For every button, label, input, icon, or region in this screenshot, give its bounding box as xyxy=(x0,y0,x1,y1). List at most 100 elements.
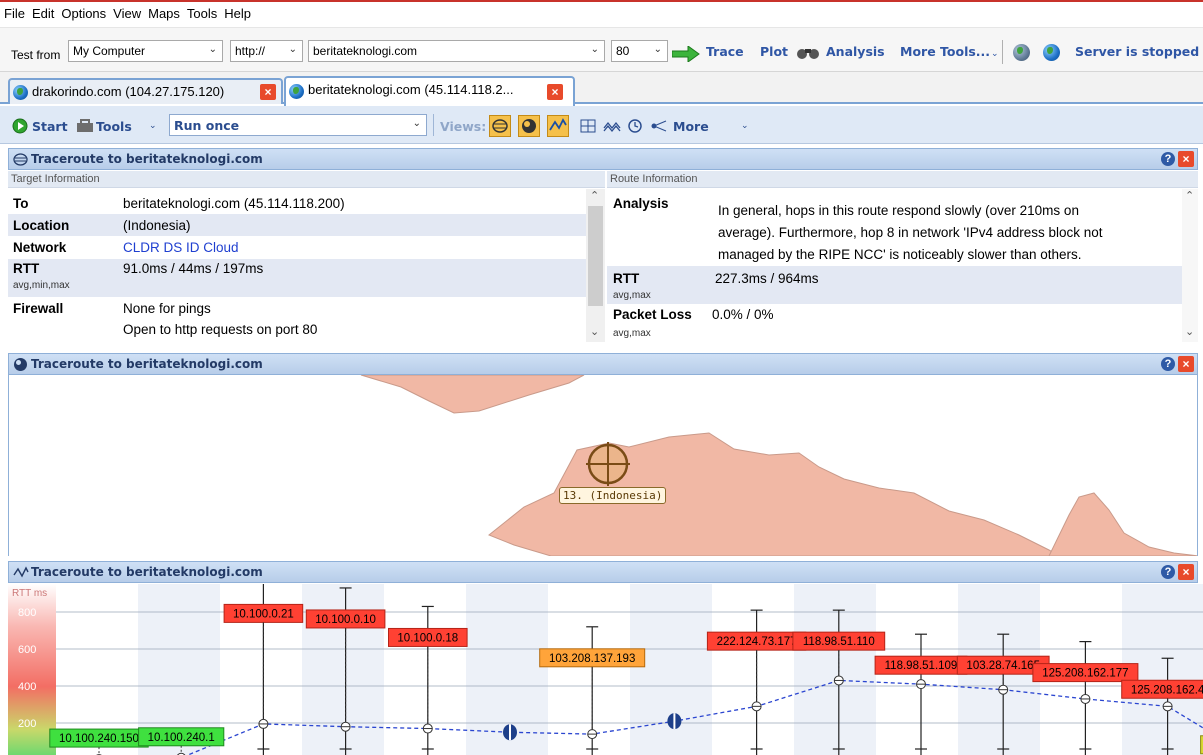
route-map[interactable]: 13. (Indonesia) xyxy=(8,375,1198,556)
target-scrollbar[interactable]: ⌃ ⌄ xyxy=(586,189,605,342)
tab-label: drakorindo.com (104.27.175.120) xyxy=(32,84,225,99)
y-tick-label: 600 xyxy=(18,644,36,656)
help-icon[interactable]: ? xyxy=(1161,152,1175,166)
hop-label-text: 10.100.0.18 xyxy=(397,632,458,644)
hop-label-text: 10.100.240.1 xyxy=(148,732,215,744)
chart-column-band xyxy=(630,584,712,755)
hop-label-text: 125.208.162.177 xyxy=(1042,668,1128,680)
analysis-text-1: In general, hops in this route respond s… xyxy=(718,203,1079,218)
map-landmass xyxy=(360,375,1197,556)
chevron-down-icon: ⌄ xyxy=(991,48,999,58)
chevron-down-icon: ⌄ xyxy=(288,44,297,55)
hop-label-text: 222.124.73.177 xyxy=(717,636,797,648)
chevron-down-icon: ⌄ xyxy=(412,118,421,129)
hop-label-text: 10.100.240.150 xyxy=(59,733,139,745)
server-globe-icon xyxy=(1043,44,1060,61)
map-marker-label[interactable]: 13. (Indonesia) xyxy=(559,487,667,504)
test-from-select[interactable]: My Computer ⌄ xyxy=(68,40,223,62)
views-label: Views: xyxy=(440,119,487,134)
chevron-down-icon: ⌄ xyxy=(590,44,599,55)
url-input[interactable]: beritateknologi.com ⌄ xyxy=(308,40,605,62)
route-scrollbar[interactable]: ⌃ ⌄ xyxy=(1182,189,1198,342)
route-info-header: Route Information xyxy=(607,171,1198,188)
more-tools-button[interactable]: More Tools... xyxy=(900,44,990,59)
start-button[interactable]: Start xyxy=(32,119,68,134)
rtt-key: RTT xyxy=(13,261,40,276)
location-value: (Indonesia) xyxy=(123,218,191,233)
trace-button[interactable]: Trace xyxy=(706,44,744,59)
rtt-value: 91.0ms / 44ms / 197ms xyxy=(123,261,264,276)
firewall-key: Firewall xyxy=(13,301,64,316)
menu-tools[interactable]: Tools xyxy=(183,2,220,21)
hop-marker-divider xyxy=(509,724,511,741)
view-chart-icon[interactable] xyxy=(547,115,569,137)
server-status-button[interactable]: Server is stopped xyxy=(1075,44,1199,59)
help-icon[interactable]: ? xyxy=(1161,357,1175,371)
tools-button[interactable]: Tools xyxy=(96,119,132,134)
globe-map-icon xyxy=(14,358,27,371)
close-icon[interactable]: × xyxy=(1178,564,1194,580)
web-globe-icon[interactable] xyxy=(1013,44,1030,61)
firewall-value-1: None for pings xyxy=(123,301,211,316)
port-value: 80 xyxy=(616,44,630,58)
route-rtt-value: 227.3ms / 964ms xyxy=(715,271,819,286)
menu-help[interactable]: Help xyxy=(220,2,254,21)
to-key: To xyxy=(13,196,29,211)
hop-label-text: 10.100.0.21 xyxy=(233,608,294,620)
run-mode-select[interactable]: Run once ⌄ xyxy=(169,114,427,136)
location-key: Location xyxy=(13,218,70,233)
rtt-sub: avg,min,max xyxy=(13,280,70,291)
scroll-up-icon[interactable]: ⌃ xyxy=(1185,189,1194,202)
rtt-row-bg xyxy=(8,259,586,297)
menu-bar: File Edit Options View Maps Tools Help xyxy=(0,0,1203,28)
route-rtt-sub: avg,max xyxy=(613,290,651,301)
tab-beritateknologi[interactable]: beritateknologi.com (45.114.118.2... × xyxy=(284,76,575,106)
hop-label-text: 118.98.51.109 xyxy=(885,660,958,672)
scroll-up-icon[interactable]: ⌃ xyxy=(590,189,599,202)
more-views-button[interactable]: More xyxy=(673,119,709,134)
help-icon[interactable]: ? xyxy=(1161,565,1175,579)
close-icon[interactable]: × xyxy=(1178,151,1194,167)
view-map-icon[interactable] xyxy=(518,115,540,137)
network-link[interactable]: CLDR DS ID Cloud xyxy=(123,240,239,255)
close-icon[interactable]: × xyxy=(547,84,563,100)
view-timeline-icon[interactable] xyxy=(603,119,621,133)
tools-icon xyxy=(77,119,93,132)
view-table-icon[interactable] xyxy=(580,119,596,133)
close-icon[interactable]: × xyxy=(1178,356,1194,372)
tab-drakorindo[interactable]: drakorindo.com (104.27.175.120) × xyxy=(8,78,283,104)
y-axis-label: RTT ms xyxy=(12,588,47,599)
scrollbar-thumb[interactable] xyxy=(588,206,603,306)
analysis-button[interactable]: Analysis xyxy=(826,44,885,59)
y-tick-label: 200 xyxy=(18,718,36,730)
chevron-down-icon: ⌄ xyxy=(653,44,662,55)
chevron-down-icon: ⌄ xyxy=(149,120,157,130)
view-route-icon[interactable] xyxy=(650,118,668,134)
chevron-down-icon: ⌄ xyxy=(741,120,749,130)
plot-button[interactable]: Plot xyxy=(760,44,788,59)
close-icon[interactable]: × xyxy=(260,84,276,100)
analysis-text-3: managed by the RIPE NCC' is noticeably s… xyxy=(718,247,1082,262)
test-from-label: Test from xyxy=(11,48,61,62)
toolbar-divider xyxy=(1002,40,1003,64)
menu-view[interactable]: View xyxy=(109,2,144,21)
scroll-down-icon[interactable]: ⌄ xyxy=(590,325,599,338)
menu-options[interactable]: Options xyxy=(57,2,109,21)
view-traceroute-icon[interactable] xyxy=(489,115,511,137)
trace-arrow-icon[interactable] xyxy=(672,46,700,62)
view-clock-icon[interactable] xyxy=(627,118,643,134)
scroll-down-icon[interactable]: ⌄ xyxy=(1185,325,1194,338)
map-panel-header: Traceroute to beritateknologi.com ? × xyxy=(8,353,1198,375)
port-select[interactable]: 80 ⌄ xyxy=(611,40,668,62)
route-rtt-bg xyxy=(607,266,1182,304)
menu-edit[interactable]: Edit xyxy=(28,2,57,21)
globe-icon xyxy=(13,85,28,100)
chart-panel-header: Traceroute to beritateknologi.com ? × xyxy=(8,561,1198,583)
menu-maps[interactable]: Maps xyxy=(144,2,183,21)
start-icon[interactable] xyxy=(12,118,28,134)
chevron-down-icon: ⌄ xyxy=(208,44,217,55)
to-value: beritateknologi.com (45.114.118.200) xyxy=(123,196,345,211)
rtt-chart[interactable]: RTT ms 200 400 600 800 10.100.240.150 10.100.2… xyxy=(8,584,1203,755)
protocol-select[interactable]: http:// ⌄ xyxy=(230,40,303,62)
menu-file[interactable]: File xyxy=(0,2,28,21)
